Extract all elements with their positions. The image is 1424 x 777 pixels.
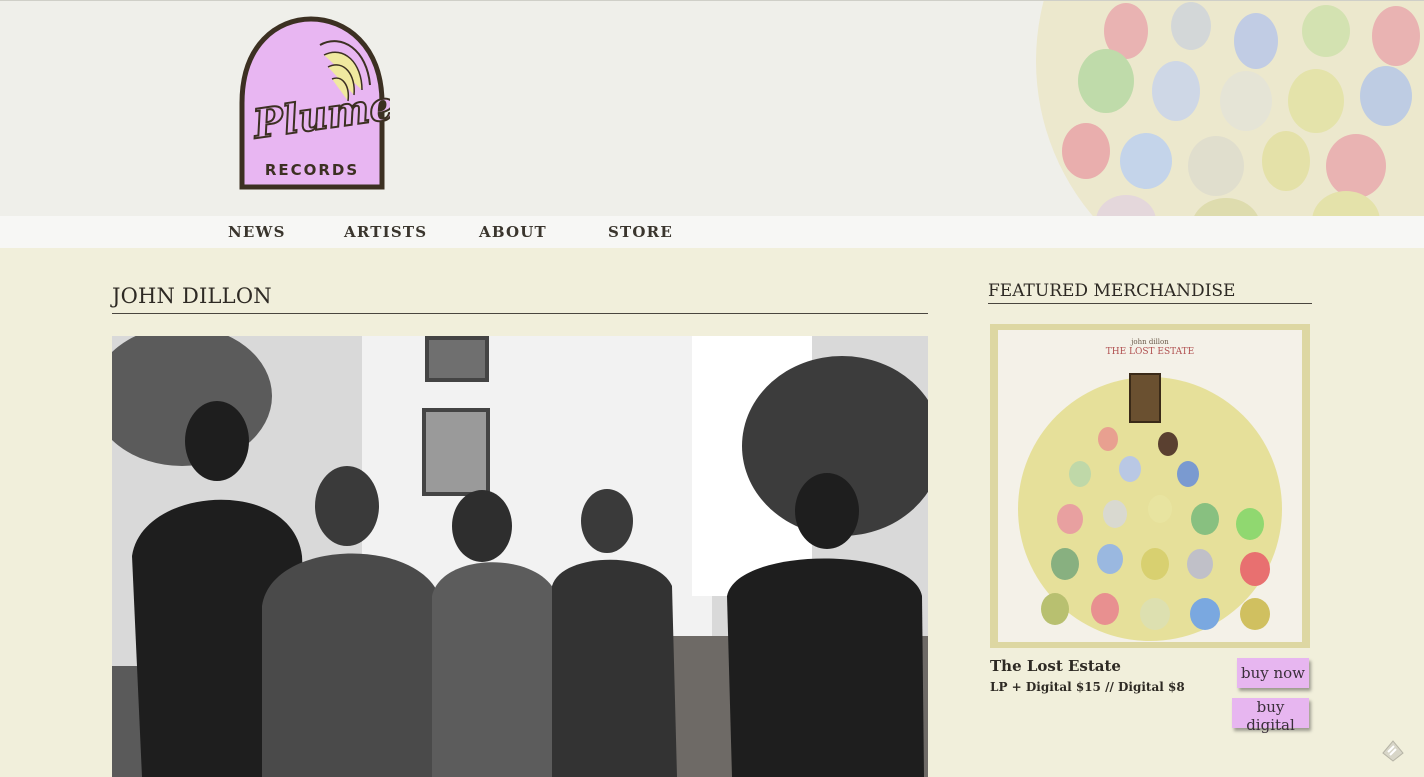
svg-text:THE LOST ESTATE: THE LOST ESTATE xyxy=(1106,347,1195,357)
svg-text:john dillon: john dillon xyxy=(1130,338,1169,346)
nav-news[interactable]: NEWS xyxy=(228,223,286,241)
nav-artists[interactable]: ARTISTS xyxy=(344,223,427,241)
svg-text:RECORDS: RECORDS xyxy=(265,161,359,179)
main-nav: NEWS ARTISTS ABOUT STORE xyxy=(0,216,1424,248)
buy-digital-button[interactable]: buy digital xyxy=(1232,698,1309,734)
product-price: LP + Digital $15 // Digital $8 xyxy=(990,680,1185,694)
featured-merch-heading: FEATURED MERCHANDISE xyxy=(988,281,1312,304)
album-cover[interactable]: john dillon THE LOST ESTATE xyxy=(990,324,1310,648)
plume-records-logo[interactable]: Plume RECORDS xyxy=(232,15,390,195)
nav-store[interactable]: STORE xyxy=(608,223,673,241)
nav-about[interactable]: ABOUT xyxy=(479,223,547,241)
buy-now-button[interactable]: buy now xyxy=(1237,658,1309,688)
corner-logo-icon[interactable] xyxy=(1380,737,1406,763)
artist-title: JOHN DILLON xyxy=(112,284,928,314)
artist-photo xyxy=(112,336,928,777)
album-art-banner xyxy=(1036,1,1424,217)
site-header: Plume RECORDS xyxy=(0,0,1424,217)
product-name[interactable]: The Lost Estate xyxy=(990,657,1121,675)
